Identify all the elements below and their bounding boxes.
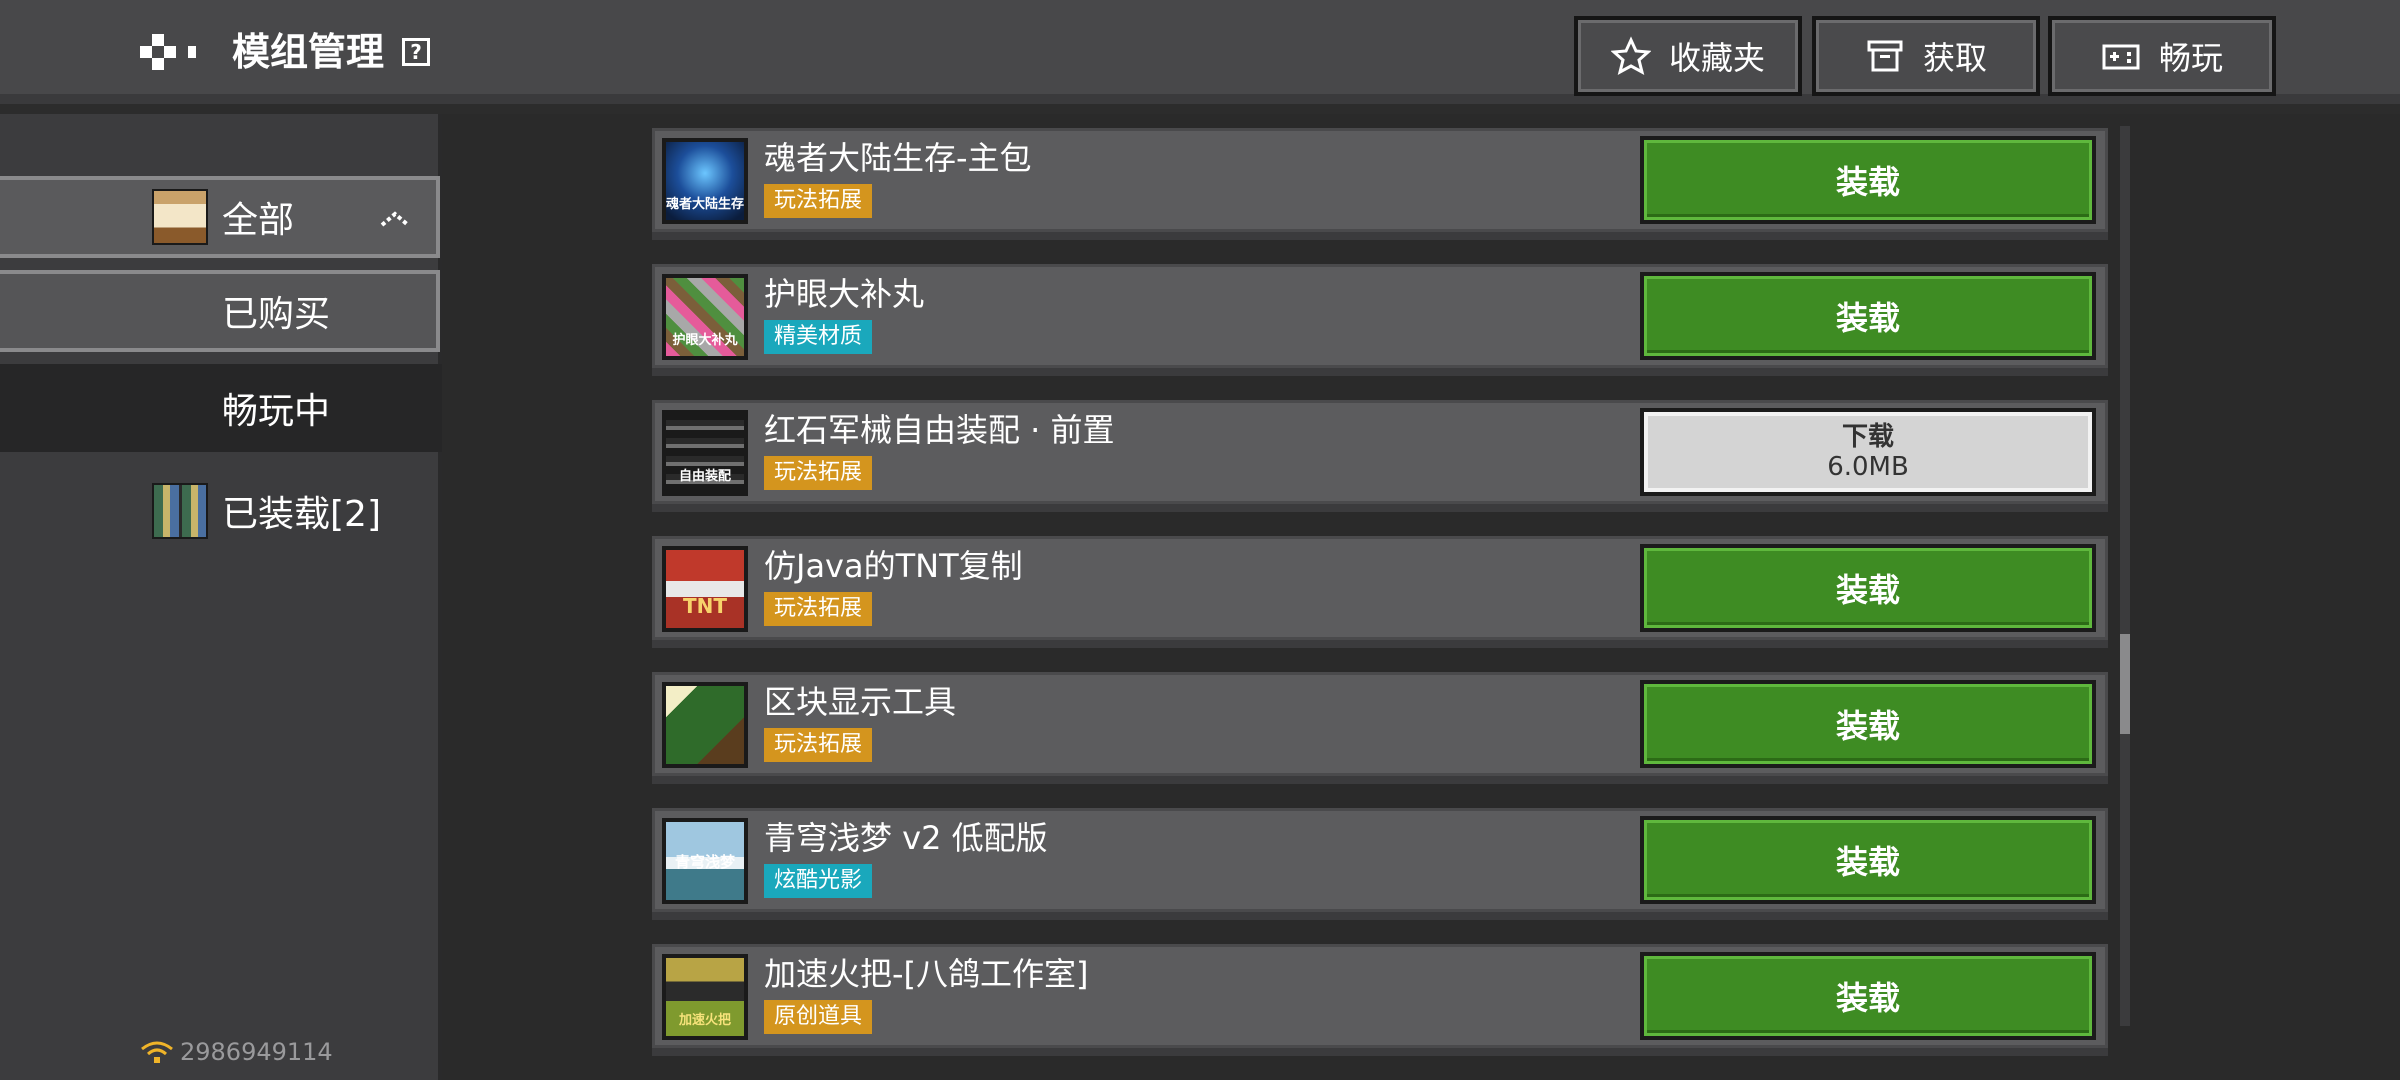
sidebar-item-all[interactable]: 全部 (0, 176, 440, 258)
load-button[interactable]: 装载 (1640, 544, 2096, 632)
mod-thumbnail: 护眼大补丸 (662, 274, 748, 360)
mod-tag: 玩法拓展 (764, 456, 873, 490)
load-button[interactable]: 装载 (1640, 272, 2096, 360)
download-label: 下载 (1841, 422, 1894, 452)
sidebar-item-label: 已装载[2] (222, 494, 381, 535)
list-item: 护眼大补丸 护眼大补丸 精美材质 装载 (652, 264, 2108, 376)
load-button[interactable]: 装载 (1640, 952, 2096, 1040)
mod-name: 青穹浅梦 v2 低配版 (764, 819, 1048, 857)
thumbnail-text: 魂者大陆生存 (666, 197, 745, 212)
mod-thumbnail: 自由装配 (662, 410, 748, 496)
chest-icon (152, 189, 208, 245)
user-id: 2986949114 (180, 1038, 333, 1066)
mod-name: 魂者大陆生存-主包 (764, 139, 1032, 177)
thumbnail-text: TNT (682, 594, 728, 618)
mod-thumbnail: TNT (662, 546, 748, 632)
sidebar-item-label: 畅玩中 (222, 391, 331, 432)
top-bar: 模组管理 ? 收藏夹 获取 畅玩 (0, 0, 2400, 104)
get-button[interactable]: 获取 (1812, 16, 2040, 96)
mod-tag: 玩法拓展 (764, 592, 873, 626)
chevron-up-icon[interactable] (380, 200, 410, 235)
star-icon (1610, 36, 1651, 75)
thumbnail-text: 自由装配 (678, 469, 731, 484)
mod-tag: 玩法拓展 (764, 728, 873, 762)
download-button[interactable]: 下载 6.0MB (1640, 408, 2096, 496)
help-icon[interactable]: ? (402, 38, 430, 66)
sidebar-item-label: 已购买 (222, 294, 331, 335)
sidebar-item-label: 全部 (222, 200, 295, 241)
mod-thumbnail (662, 682, 748, 768)
bookshelf-icon (152, 483, 208, 539)
list-item: 自由装配 红石军械自由装配 · 前置 玩法拓展 下载 6.0MB (652, 400, 2108, 512)
load-button[interactable]: 装载 (1640, 680, 2096, 768)
mod-list: 魂者大陆生存 魂者大陆生存-主包 玩法拓展 装载 护眼大补丸 护眼大补丸 精美材… (442, 114, 2400, 1080)
thumbnail-text: 加速火把 (678, 1013, 731, 1028)
list-item: 加速火把 加速火把-[八鸽工作室] 原创道具 装载 (652, 944, 2108, 1056)
back-button[interactable] (140, 26, 204, 78)
connection-status: 2986949114 (140, 1038, 333, 1066)
list-item: 魂者大陆生存 魂者大陆生存-主包 玩法拓展 装载 (652, 128, 2108, 240)
mod-name: 红石军械自由装配 · 前置 (764, 411, 1115, 449)
sidebar-item-installed[interactable]: 已装载[2] (0, 470, 442, 552)
box-icon (1867, 40, 1903, 72)
mod-tag: 原创道具 (764, 1000, 873, 1034)
mod-thumbnail: 魂者大陆生存 (662, 138, 748, 224)
mod-tag: 玩法拓展 (764, 184, 873, 218)
list-item: 青穹浅梦 青穹浅梦 v2 低配版 炫酷光影 装载 (652, 808, 2108, 920)
download-size: 6.0MB (1827, 452, 1909, 482)
favorites-button[interactable]: 收藏夹 (1574, 16, 1802, 96)
load-button[interactable]: 装载 (1640, 816, 2096, 904)
mod-tag: 炫酷光影 (764, 864, 873, 898)
page-title: 模组管理 (232, 30, 385, 74)
mod-name: 区块显示工具 (764, 683, 957, 721)
list-item: TNT 仿Java的TNT复制 玩法拓展 装载 (652, 536, 2108, 648)
play-label: 畅玩 (2158, 39, 2223, 77)
list-item: 区块显示工具 玩法拓展 装载 (652, 672, 2108, 784)
wifi-icon (141, 1041, 173, 1063)
mod-tag: 精美材质 (764, 320, 873, 354)
mod-name: 护眼大补丸 (764, 275, 925, 313)
back-arrow-icon (140, 34, 196, 70)
mod-name: 加速火把-[八鸽工作室] (764, 955, 1089, 993)
scrollbar-thumb[interactable] (2120, 634, 2130, 734)
mod-thumbnail: 青穹浅梦 (662, 818, 748, 904)
thumbnail-text: 护眼大补丸 (672, 333, 738, 348)
mod-name: 仿Java的TNT复制 (764, 547, 1023, 585)
sidebar-item-playing[interactable]: 畅玩中 (0, 364, 442, 452)
sidebar-item-purchased[interactable]: 已购买 (0, 270, 440, 352)
get-label: 获取 (1922, 39, 1987, 77)
mod-thumbnail: 加速火把 (662, 954, 748, 1040)
load-button[interactable]: 装载 (1640, 136, 2096, 224)
play-button[interactable]: 畅玩 (2048, 16, 2276, 96)
sidebar: 全部 已购买 畅玩中 已装载[2] 2986949114 (0, 114, 442, 1080)
favorites-label: 收藏夹 (1668, 39, 1765, 77)
thumbnail-text: 青穹浅梦 (674, 853, 735, 871)
gamepad-icon (2102, 44, 2140, 70)
scrollbar[interactable] (2120, 126, 2130, 1026)
